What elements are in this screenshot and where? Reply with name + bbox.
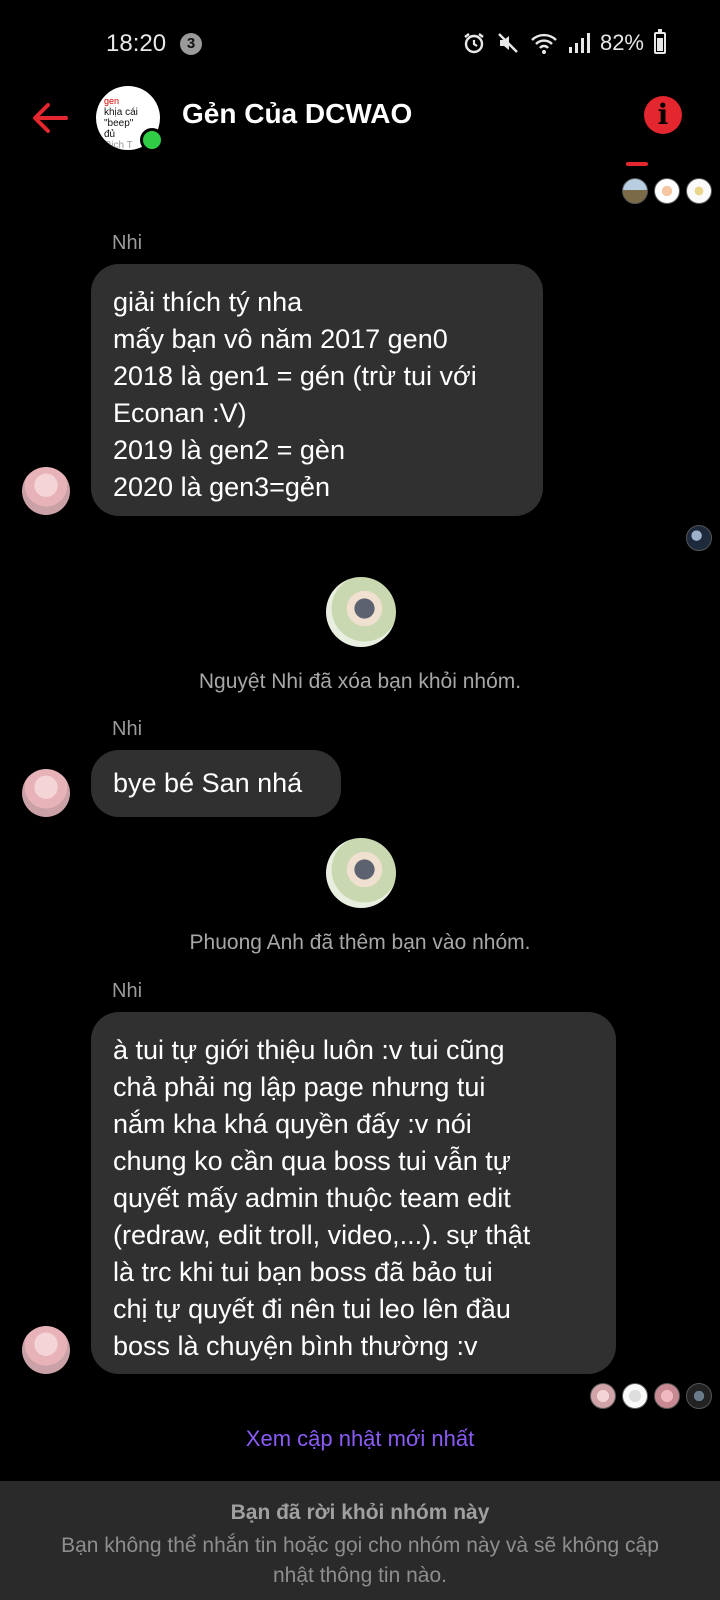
read-receipt-avatar xyxy=(686,178,712,204)
message-bubble[interactable]: giải thích tý nha mấy bạn vô năm 2017 ge… xyxy=(91,264,543,516)
message-line: 2020 là gen3=gẻn xyxy=(113,472,330,502)
sender-name: Nhi xyxy=(112,980,143,1002)
battery-icon xyxy=(654,29,666,54)
info-icon: i xyxy=(657,98,669,131)
sender-avatar[interactable] xyxy=(22,769,70,817)
read-receipt-avatar xyxy=(622,178,648,204)
message-line: chả phải ng lập page nhưng tui xyxy=(113,1072,486,1102)
message-line: bye bé San nhá xyxy=(113,768,303,798)
back-arrow-icon xyxy=(33,103,68,133)
read-receipt-avatar xyxy=(686,1383,712,1409)
read-receipt-avatar xyxy=(654,178,680,204)
sender-name: Nhi xyxy=(112,232,143,254)
message-line: giải thích tý nha xyxy=(113,287,303,317)
system-message: Phuong Anh đã thêm bạn vào nhóm. xyxy=(189,931,531,954)
footer-title: Bạn đã rời khỏi nhóm này xyxy=(230,1501,490,1524)
back-button[interactable] xyxy=(28,96,72,140)
system-message: Nguyệt Nhi đã xóa bạn khỏi nhóm. xyxy=(198,670,522,693)
message-bubble[interactable]: à tui tự giới thiệu luôn :v tui cũng chả… xyxy=(91,1012,616,1374)
system-event-avatar xyxy=(326,838,396,908)
read-receipt-avatar xyxy=(622,1383,648,1409)
wifi-icon xyxy=(531,33,557,54)
signal-icon xyxy=(568,33,590,53)
sender-name: Nhi xyxy=(112,718,143,740)
battery-percent: 82% xyxy=(599,30,644,55)
status-icons: 82% xyxy=(462,29,666,56)
sender-avatar[interactable] xyxy=(22,1326,70,1374)
group-title[interactable]: Gẻn Của DCWAO xyxy=(182,98,412,130)
read-receipt-avatar xyxy=(686,525,712,551)
message-line: là trc khi tui bạn boss đã bảo tui xyxy=(113,1257,493,1287)
message-line: boss là chuyện bình thường :v xyxy=(113,1331,478,1361)
message-line: chung ko cần qua boss tui vẫn tự xyxy=(113,1146,511,1176)
notification-count-badge: 3 xyxy=(180,33,202,55)
left-group-footer: Bạn đã rời khỏi nhóm này Bạn không thể n… xyxy=(0,1481,720,1600)
footer-description: Bạn không thể nhắn tin hoặc gọi cho nhóm… xyxy=(61,1534,659,1587)
message-bubble[interactable]: bye bé San nhá xyxy=(91,750,341,817)
system-event-avatar xyxy=(326,577,396,647)
avatar-text-2: khịa cái "beep" xyxy=(104,107,138,129)
status-time: 18:20 xyxy=(106,30,167,57)
message-line: quyết mấy admin thuộc team edit xyxy=(113,1183,511,1213)
typing-indicator xyxy=(626,162,648,166)
read-receipt-avatar xyxy=(654,1383,680,1409)
online-status-dot xyxy=(140,128,164,152)
message-line: mấy bạn vô năm 2017 gen0 xyxy=(113,324,448,354)
mute-icon xyxy=(498,33,518,53)
sender-avatar[interactable] xyxy=(22,467,70,515)
read-receipt-avatar xyxy=(590,1383,616,1409)
message-line: Econan :V) xyxy=(113,398,247,428)
message-line: à tui tự giới thiệu luôn :v tui cũng xyxy=(113,1035,505,1065)
message-line: (redraw, edit troll, video,...). sự thật xyxy=(113,1220,531,1250)
message-line: 2019 là gen2 = gèn xyxy=(113,435,345,465)
alarm-icon xyxy=(464,33,484,54)
avatar-text-1: gen xyxy=(104,96,120,106)
message-line: chị tự quyết đi nên tui leo lên đầu xyxy=(113,1294,511,1324)
info-button[interactable]: i xyxy=(644,96,682,134)
message-line: 2018 là gen1 = gén (trừ tui với xyxy=(113,361,477,391)
message-line: nắm kha khá quyền đấy :v nói xyxy=(113,1109,472,1139)
see-latest-updates-link[interactable]: Xem cập nhật mới nhất xyxy=(0,1426,720,1452)
